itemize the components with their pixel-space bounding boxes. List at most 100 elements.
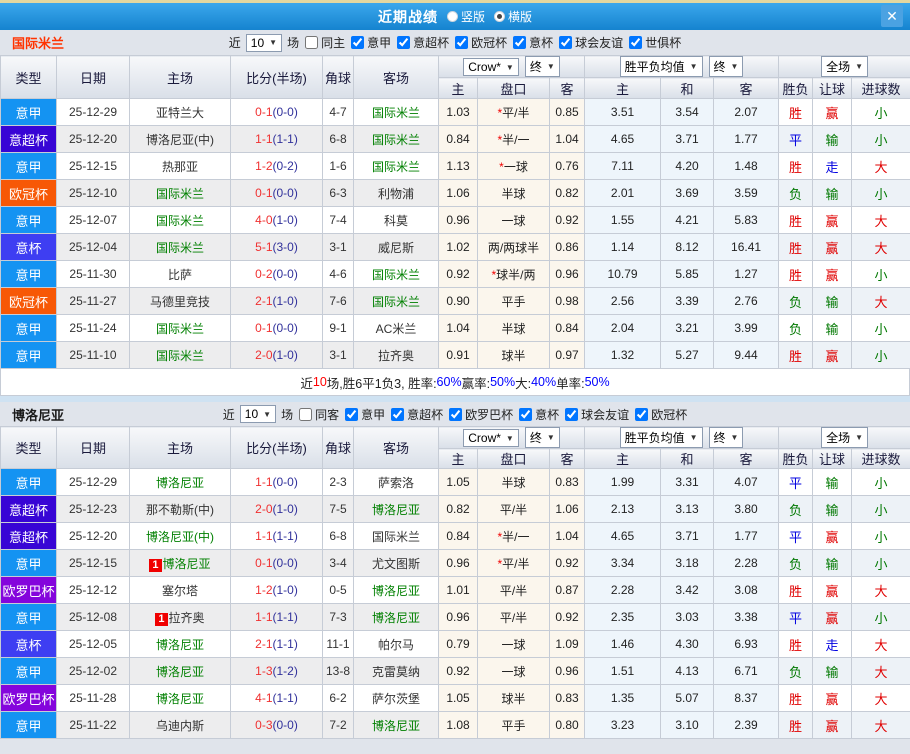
odds-source-select[interactable]: Crow* ▼ xyxy=(463,429,519,447)
recent-results-dialog: 近期战绩 竖版 横版 ✕ 国际米兰近 10 ▼ 场同主 意甲 意超杯 欧冠杯 意杯 球会友谊 世俱… xyxy=(0,0,910,754)
col-corner: 角球 xyxy=(322,55,354,99)
cell-odds-away: 0.80 xyxy=(548,711,586,739)
competition-checkbox[interactable] xyxy=(391,407,405,421)
cell-competition-badge: 意甲 xyxy=(0,314,57,342)
cell-goals-result: 小 xyxy=(851,314,910,342)
match-row: 欧冠杯 25-12-10 国际米兰 0-1(0-0) 6-3 利物浦 1.06 半球 0.82 2… xyxy=(0,179,910,207)
match-count-select[interactable]: 10 ▼ xyxy=(239,405,277,423)
games-label: 场 xyxy=(281,407,294,422)
col-score: 比分(半场) xyxy=(230,426,323,469)
competition-checkbox[interactable] xyxy=(635,407,649,421)
competition-checkbox[interactable] xyxy=(351,36,365,49)
team-name: 那不勒斯(中) xyxy=(146,502,214,517)
avg-odds-select[interactable]: 胜平负均值 ▼ xyxy=(619,56,703,77)
competition-checkbox[interactable] xyxy=(397,36,411,49)
cell-handicap-result: 赢 xyxy=(812,98,853,126)
chevron-down-icon: ▼ xyxy=(689,433,698,442)
cell-score: 0-1(0-0) xyxy=(230,98,323,126)
competition-checkbox[interactable] xyxy=(519,407,533,421)
cell-home-team: 1 博洛尼亚 xyxy=(129,549,231,577)
competition-checkbox[interactable] xyxy=(449,407,463,421)
halftime-score: (0-0) xyxy=(272,105,298,119)
cell-result: 胜 xyxy=(778,260,814,288)
checkbox-label: 意超杯 xyxy=(413,36,450,50)
fulltime-score: 0-3 xyxy=(255,718,273,732)
checkbox-label: 同主 xyxy=(321,36,346,50)
layout-option-vertical[interactable]: 竖版 xyxy=(446,8,485,25)
cell-avg-draw: 5.07 xyxy=(660,684,715,712)
checkbox-label: 球会友谊 xyxy=(575,36,624,50)
odds-final-select[interactable]: 终 ▼ xyxy=(524,56,560,77)
avg-final-select[interactable]: 终 ▼ xyxy=(708,56,744,77)
cell-odds-home: 0.91 xyxy=(438,341,478,369)
competition-checkbox[interactable] xyxy=(513,36,527,49)
team-name: 拉齐奥 xyxy=(377,348,414,363)
cell-handicap-result: 输 xyxy=(812,495,853,523)
odds-source-select[interactable]: Crow* ▼ xyxy=(463,58,519,76)
layout-option-horizontal[interactable]: 横版 xyxy=(494,8,532,25)
cell-odds-home: 1.01 xyxy=(438,576,478,604)
halftime-score: (1-0) xyxy=(272,502,298,516)
summary-segment: 40% xyxy=(531,375,557,389)
cell-avg-away: 4.07 xyxy=(713,468,780,496)
odds-final-select[interactable]: 终 ▼ xyxy=(524,427,560,448)
cell-away-team: 帕尔马 xyxy=(353,630,439,658)
cell-avg-home: 3.23 xyxy=(584,711,662,739)
cell-corners: 4-7 xyxy=(322,98,354,126)
competition-checkbox[interactable] xyxy=(455,36,469,49)
avg-group-header: 胜平负均值 ▼ 终 ▼ xyxy=(584,55,780,78)
subcol-result: 胜负 xyxy=(778,448,814,469)
fulltime-score: 4-0 xyxy=(255,213,273,227)
avg-final-select[interactable]: 终 ▼ xyxy=(708,427,744,448)
match-row: 意甲 25-12-29 亚特兰大 0-1(0-0) 4-7 国际米兰 1.03 *平/半 0.8… xyxy=(0,98,910,126)
cell-date: 25-12-04 xyxy=(56,233,130,261)
cell-handicap: 平/半 xyxy=(477,495,550,523)
match-row: 意甲 25-12-07 国际米兰 4-0(1-0) 7-4 科莫 0.96 一球 0.92 1.5… xyxy=(0,206,910,234)
avg-odds-select[interactable]: 胜平负均值 ▼ xyxy=(619,427,703,448)
cell-goals-result: 大 xyxy=(851,684,910,712)
cell-competition-badge: 意甲 xyxy=(0,260,57,288)
fulltime-select[interactable]: 全场 ▼ xyxy=(821,56,869,77)
cell-avg-away: 3.59 xyxy=(713,179,780,207)
competition-checkbox[interactable] xyxy=(565,407,579,421)
dialog-titlebar: 近期战绩 竖版 横版 ✕ xyxy=(0,3,910,30)
competition-checkbox[interactable] xyxy=(559,36,573,49)
col-date: 日期 xyxy=(56,55,130,99)
team-name: 博洛尼亚 xyxy=(155,637,204,652)
competition-checkbox[interactable] xyxy=(629,36,643,49)
cell-avg-draw: 3.39 xyxy=(660,287,715,315)
cell-date: 25-12-29 xyxy=(56,98,130,126)
cell-handicap: 半球 xyxy=(477,179,550,207)
cell-competition-badge: 欧冠杯 xyxy=(0,287,57,315)
cell-handicap-result: 输 xyxy=(812,657,853,685)
fulltime-score: 2-1 xyxy=(255,294,273,308)
cell-goals-result: 大 xyxy=(851,287,910,315)
cell-result: 平 xyxy=(778,468,814,496)
cell-avg-away: 1.77 xyxy=(713,125,780,153)
same-venue-checkbox[interactable] xyxy=(305,36,319,49)
match-count-select[interactable]: 10 ▼ xyxy=(245,33,283,52)
cell-odds-home: 1.08 xyxy=(438,711,478,739)
same-venue-checkbox[interactable] xyxy=(299,407,313,421)
avg-odds-select-value: 胜平负均值 xyxy=(624,60,685,74)
cell-result: 胜 xyxy=(778,341,814,369)
cell-away-team: 克雷莫纳 xyxy=(353,657,439,685)
competition-checkbox[interactable] xyxy=(345,407,359,421)
cell-avg-away: 1.77 xyxy=(713,522,780,550)
cell-result: 胜 xyxy=(778,152,814,180)
cell-home-team: 1 拉齐奥 xyxy=(129,603,231,631)
cell-odds-home: 0.96 xyxy=(438,549,478,577)
cell-home-team: 那不勒斯(中) xyxy=(129,495,231,523)
cell-avg-home: 2.01 xyxy=(584,179,662,207)
fulltime-select[interactable]: 全场 ▼ xyxy=(821,427,869,448)
radio-icon[interactable] xyxy=(446,11,458,22)
cell-result: 负 xyxy=(778,549,814,577)
cell-away-team: AC米兰 xyxy=(353,314,439,342)
cell-away-team: 博洛尼亚 xyxy=(353,576,439,604)
cell-goals-result: 小 xyxy=(851,468,910,496)
cell-handicap-result: 赢 xyxy=(812,522,853,550)
close-button[interactable]: ✕ xyxy=(881,5,903,27)
cell-date: 25-12-20 xyxy=(56,125,130,153)
cell-home-team: 比萨 xyxy=(129,260,231,288)
radio-selected-icon[interactable] xyxy=(494,11,505,22)
